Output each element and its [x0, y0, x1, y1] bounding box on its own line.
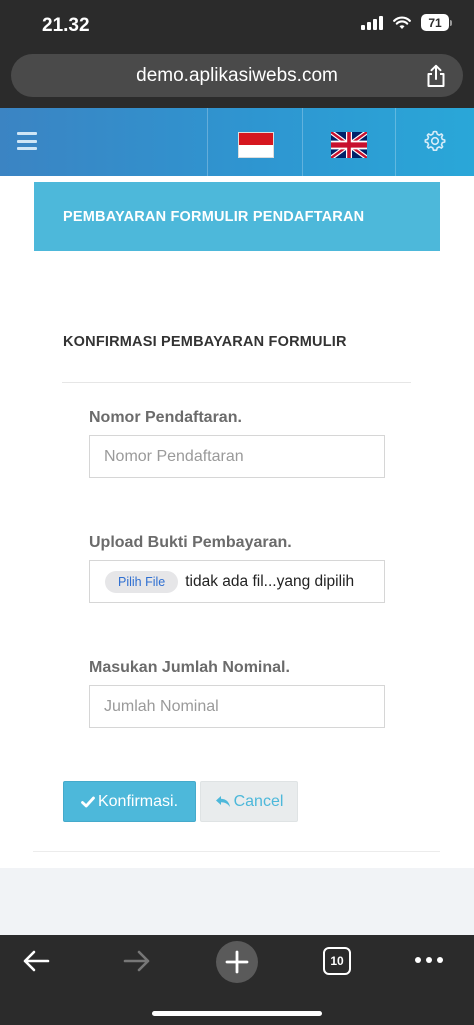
cancel-button[interactable]: Cancel	[200, 781, 298, 822]
new-tab-icon[interactable]	[215, 940, 259, 984]
file-upload-field[interactable]: Pilih File tidak ada fil...yang dipilih	[89, 560, 385, 603]
gear-icon[interactable]	[423, 129, 447, 153]
tabs-count: 10	[330, 954, 344, 968]
check-icon	[81, 796, 95, 807]
confirm-button[interactable]: Konfirmasi.	[63, 781, 196, 822]
browser-chrome: demo.aplikasiwebs.com	[0, 50, 474, 108]
page-footer	[0, 868, 474, 935]
cellular-signal-icon	[361, 15, 383, 30]
status-time: 21.32	[42, 15, 90, 36]
battery-icon: 71	[421, 14, 452, 31]
more-icon[interactable]	[414, 955, 444, 965]
nomor-pendaftaran-input[interactable]	[89, 435, 385, 478]
file-status-text: tidak ada fil...yang dipilih	[185, 572, 355, 590]
url-text: demo.aplikasiwebs.com	[136, 64, 338, 86]
jumlah-nominal-input[interactable]	[89, 685, 385, 728]
confirm-button-label: Konfirmasi.	[97, 792, 179, 810]
home-indicator	[152, 1011, 322, 1016]
address-bar[interactable]: demo.aplikasiwebs.com	[11, 54, 463, 97]
app-header	[0, 108, 474, 176]
cancel-button-label: Cancel	[233, 792, 284, 810]
nomor-pendaftaran-label: Nomor Pendaftaran.	[89, 409, 242, 426]
menu-icon[interactable]	[17, 132, 37, 150]
section-title: KONFIRMASI PEMBAYARAN FORMULIR	[63, 334, 347, 350]
divider	[33, 851, 440, 852]
wifi-icon	[393, 16, 411, 29]
uk-flag-icon[interactable]	[331, 132, 367, 158]
forward-arrow-icon[interactable]	[123, 949, 151, 973]
indonesia-flag-icon[interactable]	[238, 132, 274, 158]
upload-bukti-label: Upload Bukti Pembayaran.	[89, 534, 292, 551]
status-icons: 71	[361, 14, 452, 31]
jumlah-nominal-label: Masukan Jumlah Nominal.	[89, 659, 290, 676]
back-arrow-icon[interactable]	[22, 949, 50, 973]
status-bar: 21.32 71	[0, 0, 474, 50]
reply-arrow-icon	[215, 796, 230, 807]
tabs-icon[interactable]: 10	[323, 947, 351, 975]
share-icon[interactable]	[425, 64, 447, 88]
battery-level: 71	[421, 14, 449, 31]
panel-title: PEMBAYARAN FORMULIR PENDAFTARAN	[34, 182, 440, 251]
choose-file-button[interactable]: Pilih File	[105, 570, 179, 593]
divider	[62, 382, 411, 383]
